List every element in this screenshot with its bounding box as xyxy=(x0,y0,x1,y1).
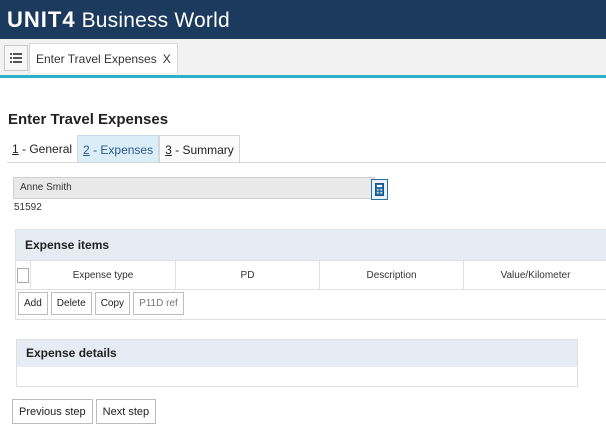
previous-step-button[interactable]: Previous step xyxy=(12,399,93,424)
checkbox-box xyxy=(17,267,29,283)
step-summary-key: 3 xyxy=(165,143,172,157)
step-tabs: 1 - General 2 - Expenses 3 - Summary xyxy=(7,135,606,163)
expense-items-grid-header: Expense type PD Description Value/Kilome… xyxy=(16,260,606,290)
employee-id: 51592 xyxy=(14,202,42,213)
step-expenses[interactable]: 2 - Expenses xyxy=(77,135,160,162)
step-general-label: - General xyxy=(18,142,73,156)
column-description[interactable]: Description xyxy=(320,261,464,289)
column-pd[interactable]: PD xyxy=(176,261,320,289)
list-menu-icon xyxy=(10,53,22,63)
page-title: Enter Travel Expenses xyxy=(8,111,169,128)
delete-button[interactable]: Delete xyxy=(50,292,92,315)
tab-enter-travel-expenses[interactable]: Enter Travel Expenses X xyxy=(29,43,178,73)
step-expenses-key: 2 xyxy=(83,143,90,157)
expense-items-toolbar: Add Delete Copy P11D ref xyxy=(18,292,184,315)
p11d-ref-button[interactable]: P11D ref xyxy=(133,292,184,315)
employee-name-field[interactable]: Anne Smith xyxy=(13,177,375,199)
column-expense-type[interactable]: Expense type xyxy=(31,261,176,289)
brand-logo: UNIT4 xyxy=(7,6,76,32)
step-general-key: 1 xyxy=(12,142,19,156)
expense-items-header[interactable]: Expense items xyxy=(16,230,606,260)
step-summary[interactable]: 3 - Summary xyxy=(159,135,240,162)
expense-details-panel: Expense details xyxy=(16,339,578,387)
step-navigation: Previous step Next step xyxy=(12,399,157,424)
expense-items-panel: Expense items Expense type PD Descriptio… xyxy=(15,229,606,320)
brand-product-name: Business World xyxy=(81,8,230,32)
expense-details-header[interactable]: Expense details xyxy=(17,340,577,367)
brand: UNIT4 Business World xyxy=(7,7,230,33)
column-value-kilometer[interactable]: Value/Kilometer xyxy=(464,261,606,289)
step-expenses-label: - Expenses xyxy=(89,143,154,157)
step-summary-label: - Summary xyxy=(171,143,234,157)
tab-strip: Enter Travel Expenses X xyxy=(0,39,606,78)
top-bar: UNIT4 Business World xyxy=(0,0,606,39)
employee-lookup-button[interactable] xyxy=(371,179,388,200)
select-all-checkbox[interactable] xyxy=(16,261,31,289)
close-tab-button[interactable]: X xyxy=(163,52,171,66)
next-step-button[interactable]: Next step xyxy=(95,399,157,424)
calculator-icon xyxy=(375,183,384,196)
copy-button[interactable]: Copy xyxy=(94,292,131,315)
tab-label: Enter Travel Expenses xyxy=(36,51,157,66)
add-button[interactable]: Add xyxy=(18,292,48,315)
step-general[interactable]: 1 - General xyxy=(7,135,77,162)
menu-button[interactable] xyxy=(4,45,28,71)
